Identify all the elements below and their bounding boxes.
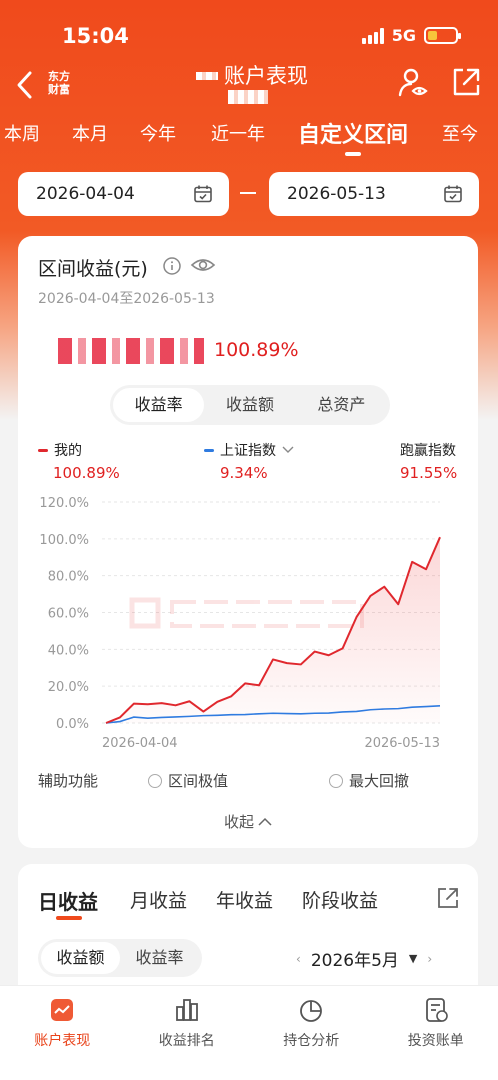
- signal-icon: [361, 27, 384, 44]
- segment-daily-rate[interactable]: 收益率: [120, 942, 199, 974]
- nav-investment-bill[interactable]: 投资账单: [374, 986, 498, 1080]
- segment-return-rate[interactable]: 收益率: [113, 388, 205, 422]
- y-tick-label: 80.0%: [48, 570, 89, 585]
- nav-holdings-analysis[interactable]: 持仓分析: [249, 986, 374, 1080]
- legend-index[interactable]: 上证指数 9.34%: [204, 440, 294, 482]
- option-range-extremes[interactable]: 区间极值: [148, 770, 228, 791]
- tab-this-year[interactable]: 今年: [140, 120, 176, 146]
- tab-last-year[interactable]: 近一年: [211, 120, 265, 146]
- radio-icon: [329, 773, 343, 788]
- tab-custom-range[interactable]: 自定义区间: [298, 117, 408, 149]
- radio-icon: [148, 773, 162, 788]
- legend-beat-index: 跑赢指数 91.55%: [400, 443, 458, 482]
- daily-return-card: [18, 864, 478, 1004]
- person-eye-icon[interactable]: [398, 66, 430, 98]
- return-line-chart: 120.0% 100.0% 80.0% 60.0% 40.0% 20.0% 0.0% 202…: [39, 496, 441, 751]
- date-range-separator: [240, 192, 256, 194]
- legend-mine: 我的 100.89%: [38, 440, 120, 482]
- masked-return-amount: [58, 338, 204, 364]
- return-percentage: 100.89%: [214, 339, 299, 361]
- bill-icon: [425, 998, 448, 1022]
- tab-monthly-return[interactable]: 月收益: [130, 886, 187, 913]
- x-tick-start: 2026-04-04: [102, 736, 178, 751]
- calendar-icon: [194, 185, 212, 203]
- option-max-drawdown[interactable]: 最大回撤: [329, 770, 409, 791]
- status-indicators: 5G: [361, 26, 461, 45]
- nav-actions: [398, 66, 482, 98]
- share-out-icon[interactable]: [450, 66, 482, 98]
- metric-segmented-control: 收益率 收益额 总资产: [110, 385, 390, 425]
- eastmoney-logo: 东方 财富: [48, 70, 70, 96]
- status-time: 15:04: [62, 24, 129, 48]
- prev-month-icon[interactable]: ‹: [296, 952, 301, 966]
- tab-yearly-return[interactable]: 年收益: [216, 886, 273, 913]
- bottom-navigation: 账户表现 收益排名 持仓分析 投资账单: [0, 985, 498, 1080]
- caret-down-icon: ▼: [408, 952, 418, 965]
- active-tab-indicator: [345, 152, 361, 156]
- page-title: 账户表现: [224, 64, 308, 88]
- month-selector: ‹ 2026年5月 ▼ ›: [296, 946, 432, 971]
- y-tick-label: 60.0%: [48, 607, 89, 622]
- nav-return-ranking[interactable]: 收益排名: [125, 986, 250, 1080]
- nav-account-performance[interactable]: 账户表现: [0, 986, 125, 1080]
- x-tick-end: 2026-05-13: [364, 736, 440, 751]
- month-value[interactable]: 2026年5月: [311, 946, 399, 971]
- active-subtab-indicator: [56, 916, 82, 920]
- network-type: 5G: [391, 26, 416, 45]
- tab-stage-return[interactable]: 阶段收益: [302, 886, 378, 913]
- eye-icon[interactable]: [190, 254, 216, 276]
- segment-return-amount[interactable]: 收益额: [204, 388, 295, 422]
- masked-account-name: [196, 66, 222, 80]
- bar-chart-icon: [175, 999, 198, 1021]
- pie-chart-icon: [300, 1000, 323, 1022]
- range-return-title: 区间收益(元): [38, 258, 148, 280]
- battery-icon: [424, 27, 461, 44]
- masked-account-id: [228, 90, 268, 104]
- share-out-icon[interactable]: [436, 886, 460, 910]
- y-tick-label: 20.0%: [48, 680, 89, 695]
- performance-chart-icon: [51, 999, 74, 1021]
- collapse-button[interactable]: 收起: [224, 811, 272, 832]
- back-arrow-icon[interactable]: [12, 68, 38, 102]
- y-tick-label: 0.0%: [56, 717, 89, 732]
- end-date-picker[interactable]: 2026-05-13: [269, 172, 479, 216]
- tab-this-week[interactable]: 本周: [4, 120, 40, 146]
- tab-daily-return[interactable]: 日收益: [38, 886, 98, 915]
- end-date-value: 2026-05-13: [287, 184, 386, 204]
- daily-metric-segmented-control: 收益额 收益率: [38, 939, 202, 977]
- start-date-value: 2026-04-04: [36, 184, 135, 204]
- segment-daily-amount[interactable]: 收益额: [41, 942, 120, 974]
- next-month-icon[interactable]: ›: [427, 952, 432, 966]
- y-tick-label: 120.0%: [39, 496, 89, 511]
- tab-this-month[interactable]: 本月: [72, 120, 108, 146]
- calendar-icon: [444, 185, 462, 203]
- chevron-down-icon: [282, 446, 294, 453]
- series-area-mine: [106, 537, 440, 723]
- chevron-up-icon: [258, 817, 272, 826]
- segment-total-assets[interactable]: 总资产: [296, 388, 387, 422]
- start-date-picker[interactable]: 2026-04-04: [18, 172, 229, 216]
- range-text: 2026-04-04至2026-05-13: [38, 291, 215, 307]
- assist-label: 辅助功能: [38, 772, 99, 790]
- tab-to-date[interactable]: 至今: [442, 120, 478, 146]
- info-icon[interactable]: [162, 256, 182, 276]
- y-tick-label: 40.0%: [48, 643, 89, 658]
- y-tick-label: 100.0%: [39, 533, 89, 548]
